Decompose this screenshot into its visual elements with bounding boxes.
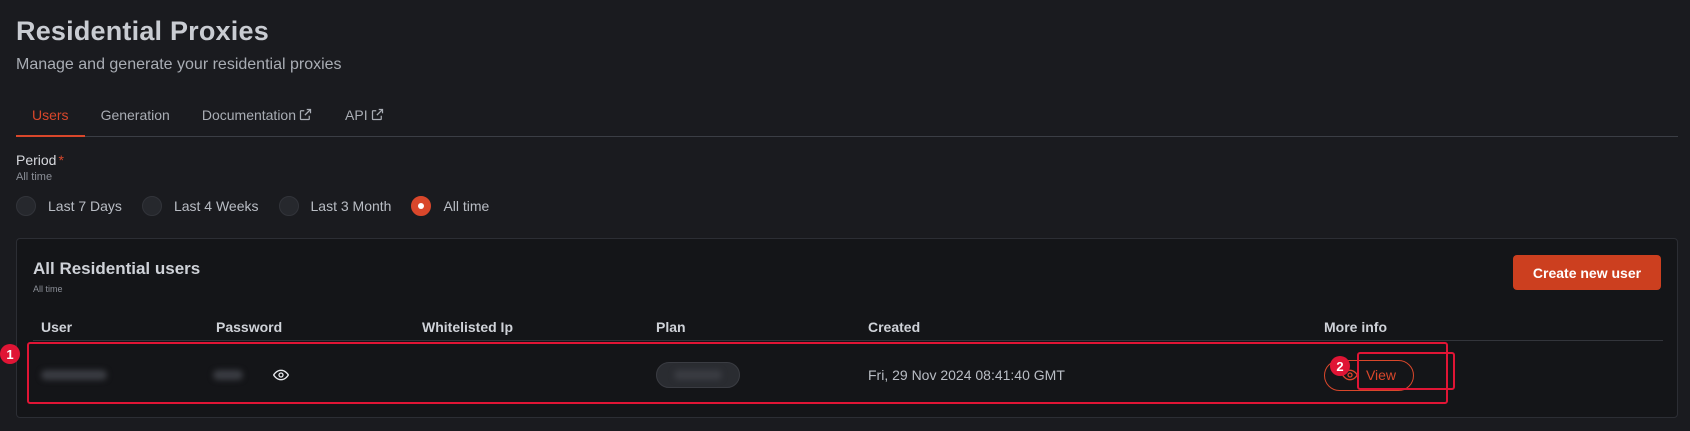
create-new-user-button[interactable]: Create new user: [1513, 255, 1661, 290]
column-header-more-info: More info: [1324, 319, 1387, 335]
annotation-badge-2: 2: [1330, 356, 1350, 376]
radio-circle-checked[interactable]: [411, 196, 432, 216]
period-radio-group: Last 7 Days Last 4 Weeks Last 3 Month Al…: [16, 196, 509, 216]
page-subtitle: Manage and generate your residential pro…: [16, 56, 342, 73]
radio-label: Last 7 Days: [48, 198, 122, 214]
tab-label: Users: [32, 107, 69, 123]
radio-circle[interactable]: [278, 196, 299, 216]
tab-generation[interactable]: Generation: [85, 100, 186, 137]
tab-users[interactable]: Users: [16, 100, 85, 137]
column-header-created: Created: [868, 319, 921, 335]
radio-all-time[interactable]: All time: [411, 196, 489, 216]
annotation-box-2: [1357, 352, 1455, 390]
column-header-user: User: [41, 319, 73, 335]
annotation-badge-1: 1: [0, 344, 20, 364]
column-header-plan: Plan: [656, 319, 686, 335]
page-title: Residential Proxies: [16, 16, 269, 46]
card-title: All Residential users: [33, 259, 201, 278]
period-label-text: Period: [16, 152, 57, 168]
tab-label: Generation: [100, 107, 170, 123]
radio-last-3-month[interactable]: Last 3 Month: [278, 196, 392, 216]
tab-label: API: [345, 107, 368, 123]
radio-last-4-weeks[interactable]: Last 4 Weeks: [141, 196, 259, 216]
tab-label: Documentation: [201, 107, 297, 123]
tab-api[interactable]: API: [329, 100, 401, 137]
radio-circle[interactable]: [141, 196, 162, 216]
radio-label: Last 3 Month: [310, 198, 392, 214]
column-header-password: Password: [216, 319, 283, 335]
external-link-icon: [370, 107, 385, 122]
radio-circle[interactable]: [16, 196, 36, 216]
card-subtitle: All time: [33, 284, 63, 294]
period-label: Period *: [16, 152, 64, 168]
radio-label: All time: [443, 198, 490, 214]
column-header-whitelisted-ip: Whitelisted Ip: [422, 319, 513, 335]
required-mark: *: [58, 152, 64, 168]
radio-label: Last 4 Weeks: [173, 198, 259, 214]
tab-bar: Users Generation Documentation API: [16, 100, 1678, 137]
radio-last-7-days[interactable]: Last 7 Days: [16, 196, 122, 216]
period-hint: All time: [16, 171, 53, 183]
table-header: User Password Whitelisted Ip Plan Create…: [33, 315, 1663, 341]
external-link-icon: [298, 107, 313, 122]
tab-documentation[interactable]: Documentation: [186, 100, 329, 137]
annotation-box-1: [27, 342, 1448, 404]
